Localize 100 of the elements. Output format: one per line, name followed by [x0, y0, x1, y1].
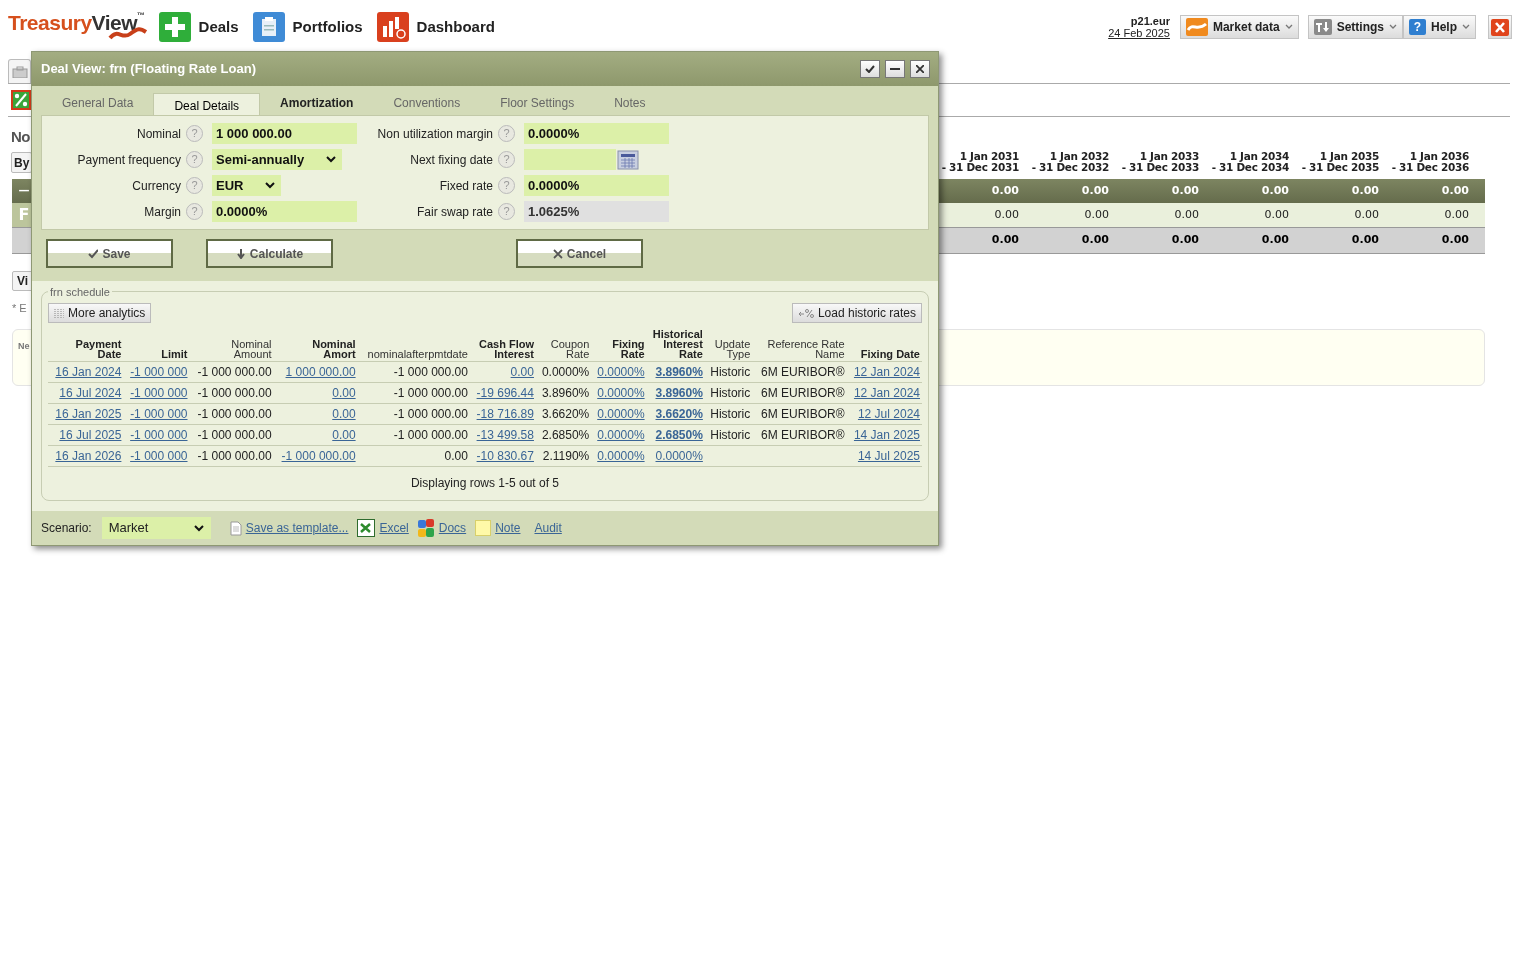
nav-link[interactable]: Deals: [158, 12, 239, 42]
table-link[interactable]: -1 000 000: [130, 428, 188, 442]
column-header: Payment Date: [48, 329, 124, 362]
column-header: Update Type: [704, 329, 753, 362]
colored-shapes-icon: [417, 518, 435, 538]
footnote: * E: [12, 301, 27, 316]
table-link[interactable]: 1 000 000.00: [285, 365, 356, 379]
table-link[interactable]: 3.8960%: [655, 365, 703, 379]
nav-link[interactable]: Dashboard: [376, 12, 495, 42]
date-field[interactable]: [524, 149, 616, 170]
close-button[interactable]: [1488, 15, 1512, 39]
table-link[interactable]: -1 000 000: [130, 386, 188, 400]
footer-link[interactable]: Save as template...: [245, 519, 349, 537]
menu-button[interactable]: Settings: [1307, 15, 1403, 39]
table-link[interactable]: 0.0000%: [597, 407, 645, 421]
table-link[interactable]: -1 000 000: [130, 449, 188, 463]
action-button[interactable]: Calculate: [206, 239, 333, 268]
dialog-tab[interactable]: Amortization: [260, 91, 374, 115]
table-link[interactable]: 16 Jul 2024: [59, 386, 122, 400]
dialog-tab[interactable]: General Data: [42, 91, 154, 115]
nav-link[interactable]: Portfolios: [252, 12, 363, 42]
table-link[interactable]: -10 830.67: [476, 449, 534, 463]
menu-button[interactable]: ? Help: [1403, 15, 1476, 39]
table-link[interactable]: 0.0000%: [597, 449, 645, 463]
table-link[interactable]: 12 Jan 2024: [853, 365, 920, 379]
readonly-field: 1.0625%: [524, 201, 669, 222]
bar-chart-icon: [376, 12, 409, 42]
table-link[interactable]: 3.8960%: [655, 386, 703, 400]
column-header: Fixing Rate: [591, 329, 647, 362]
input-field[interactable]: 0.0000%: [524, 123, 669, 144]
input-field[interactable]: 0.0000%: [212, 201, 357, 222]
dialog-tab[interactable]: Floor Settings: [480, 91, 595, 115]
date-link[interactable]: 24 Feb 2025: [1108, 27, 1170, 39]
plus-icon: [158, 12, 191, 42]
table-cell: -1 000 000.00: [197, 449, 272, 463]
document-icon: [229, 520, 242, 536]
table-cell: -1 000 000.00: [197, 365, 272, 379]
table-link[interactable]: 12 Jul 2024: [857, 407, 920, 421]
table-link[interactable]: 0.00: [332, 407, 356, 421]
table-cell: Historic: [710, 407, 751, 421]
table-link[interactable]: 0.0000%: [655, 449, 703, 463]
table-link[interactable]: 0.00: [332, 386, 356, 400]
table-link[interactable]: 0.00: [510, 365, 534, 379]
table-link[interactable]: -1 000 000.00: [281, 449, 356, 463]
table-link[interactable]: 0.00: [332, 428, 356, 442]
table-cell-text: 0.00: [1170, 232, 1200, 249]
menu-button[interactable]: Market data: [1179, 15, 1299, 39]
table-link[interactable]: 16 Jul 2025: [59, 428, 122, 442]
chevron-down-icon: [326, 156, 337, 163]
window-button[interactable]: [885, 60, 905, 78]
select-field[interactable]: Semi-annually: [212, 149, 343, 170]
table-link[interactable]: -18 716.89: [476, 407, 534, 421]
table-link[interactable]: 16 Jan 2025: [55, 407, 122, 421]
table-link[interactable]: 16 Jan 2024: [55, 365, 122, 379]
row-label: F: [18, 204, 30, 226]
column-header: 1 Jan 2032 - 31 Dec 2032: [1030, 151, 1110, 173]
field-label: Margin: [143, 203, 182, 221]
field-label: Fair swap rate: [415, 203, 494, 221]
column-header: Cash Flow Interest: [469, 329, 536, 362]
table-cell: 2.1190%: [542, 449, 590, 463]
table-link[interactable]: 14 Jul 2025: [857, 449, 920, 463]
table-link[interactable]: -1 000 000: [130, 365, 188, 379]
calendar-icon: [617, 149, 639, 170]
table-link[interactable]: 0.0000%: [597, 386, 645, 400]
window-button[interactable]: [860, 60, 880, 78]
view-button[interactable]: Vi: [12, 271, 34, 291]
table-cell-text: 0.00: [1263, 206, 1290, 223]
table-link[interactable]: 0.0000%: [597, 365, 645, 379]
dialog-tab[interactable]: Conventions: [373, 91, 481, 115]
by-button[interactable]: By: [11, 152, 33, 173]
table-cell-text: 0.00: [1083, 206, 1110, 223]
input-field[interactable]: 0.0000%: [524, 175, 669, 196]
table-link[interactable]: 12 Jan 2024: [853, 386, 920, 400]
table-link[interactable]: 16 Jan 2026: [55, 449, 122, 463]
table-link[interactable]: 0.0000%: [597, 428, 645, 442]
table-link[interactable]: -19 696.44: [476, 386, 534, 400]
input-field[interactable]: 1 000 000.00: [212, 123, 357, 144]
table-cell-text: 0.00: [1440, 232, 1470, 249]
table-cell-text: 0.00: [1080, 232, 1110, 249]
table-link[interactable]: 14 Jan 2025: [853, 428, 920, 442]
window-button[interactable]: [910, 60, 930, 78]
table-cell: -1 000 000.00: [393, 428, 468, 442]
footer-link[interactable]: Audit: [534, 519, 562, 537]
action-button[interactable]: Save: [46, 239, 173, 268]
user-name: p21.eur: [1130, 15, 1170, 27]
dialog-tab[interactable]: Deal Details: [153, 93, 261, 115]
table-link[interactable]: 3.6620%: [655, 407, 703, 421]
table-link[interactable]: -13 499.58: [476, 428, 534, 442]
action-button[interactable]: Cancel: [516, 239, 643, 268]
analytics-button[interactable]: More analytics: [48, 303, 152, 323]
footer-link[interactable]: Docs: [438, 519, 467, 537]
load-rates-button[interactable]: Load historic rates: [791, 303, 922, 323]
table-link[interactable]: -1 000 000: [130, 407, 188, 421]
footer-link[interactable]: Excel: [379, 519, 409, 537]
dialog-tab[interactable]: Notes: [594, 91, 666, 115]
table-link[interactable]: 2.6850%: [655, 428, 703, 442]
footer-link[interactable]: Note: [495, 519, 521, 537]
select-field[interactable]: Market: [101, 517, 211, 539]
select-field[interactable]: EUR: [212, 175, 282, 196]
column-header: Nominal Amount: [189, 329, 274, 362]
